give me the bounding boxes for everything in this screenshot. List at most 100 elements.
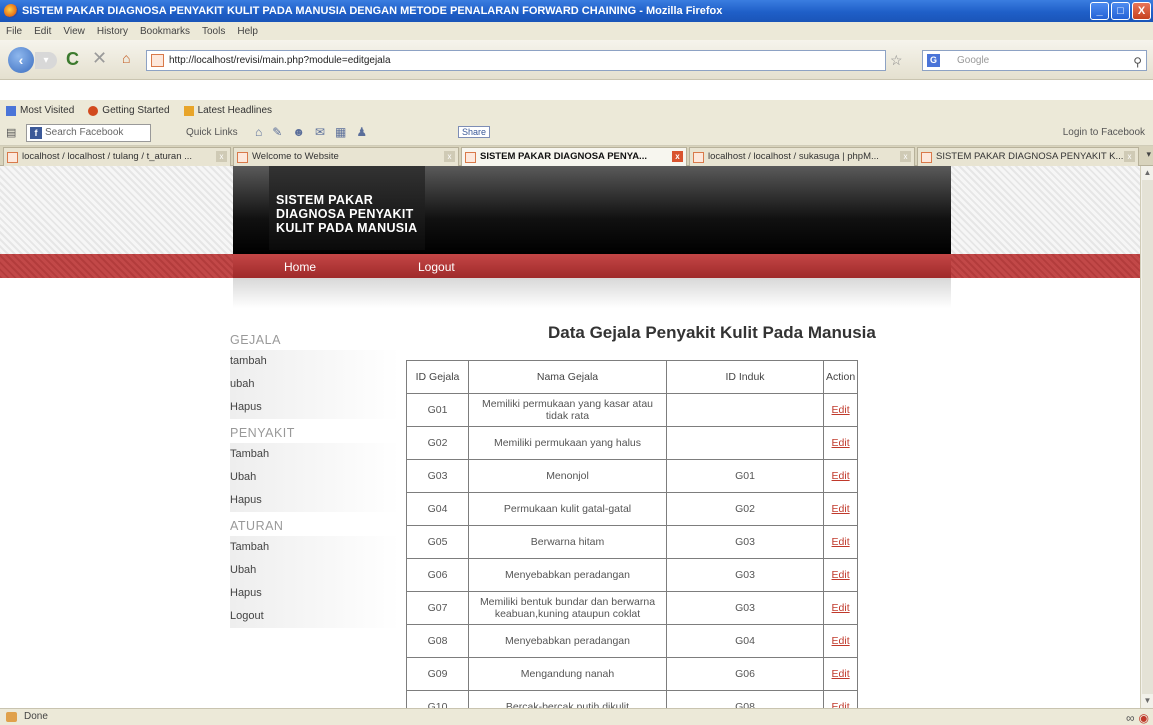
search-input[interactable]: G Google ⚲ bbox=[922, 50, 1147, 71]
menu-file[interactable]: File bbox=[6, 26, 22, 37]
logo-line: SISTEM PAKAR bbox=[276, 193, 374, 207]
getting-started-icon bbox=[88, 105, 99, 116]
fb-poke-icon[interactable]: ✎ bbox=[272, 125, 282, 139]
scroll-up-icon[interactable]: ▲ bbox=[1142, 167, 1153, 179]
fb-mail-icon[interactable]: ✉ bbox=[315, 125, 325, 139]
fb-events-icon[interactable]: ▦ bbox=[335, 125, 346, 139]
edit-link[interactable]: Edit bbox=[832, 569, 850, 581]
facebook-tool-icons: ⌂ ✎ ☻ ✉ ▦ ♟ bbox=[255, 125, 367, 139]
bookmark-most-visited[interactable]: Most Visited bbox=[6, 105, 74, 116]
table-row: G03 Menonjol G01 Edit bbox=[406, 459, 859, 493]
vertical-scrollbar[interactable]: ▲ ▼ bbox=[1140, 166, 1153, 708]
cell-nama-gejala: Menyebabkan peradangan bbox=[468, 558, 667, 592]
stop-icon[interactable]: ✕ bbox=[92, 48, 107, 69]
site-nav bbox=[233, 254, 951, 278]
logo-line: KULIT PADA MANUSIA bbox=[276, 221, 418, 235]
scroll-down-icon[interactable]: ▼ bbox=[1142, 695, 1153, 707]
close-button[interactable]: X bbox=[1132, 2, 1151, 20]
share-button[interactable]: Share bbox=[458, 126, 491, 138]
bookmark-star-icon[interactable]: ☆ bbox=[890, 52, 903, 69]
menu-view[interactable]: View bbox=[63, 26, 85, 37]
tab-close-icon[interactable]: x bbox=[900, 151, 911, 162]
scrollbar-thumb[interactable] bbox=[1142, 180, 1153, 694]
tab-phpmyadmin-tulang[interactable]: localhost / localhost / tulang / t_atura… bbox=[3, 147, 231, 166]
url-bar[interactable]: http://localhost/revisi/main.php?module=… bbox=[146, 50, 886, 71]
tab-sistem-pakar-active[interactable]: SISTEM PAKAR DIAGNOSA PENYA... x bbox=[461, 147, 687, 166]
edit-link[interactable]: Edit bbox=[832, 635, 850, 647]
column-header-nama: Nama Gejala bbox=[468, 360, 667, 394]
edit-link[interactable]: Edit bbox=[832, 536, 850, 548]
facebook-toolbar: ▤ f Search Facebook Quick Links ⌂ ✎ ☻ ✉ … bbox=[0, 121, 1153, 146]
window-title: SISTEM PAKAR DIAGNOSA PENYAKIT KULIT PAD… bbox=[22, 5, 723, 17]
edit-link[interactable]: Edit bbox=[832, 437, 850, 449]
facebook-search-placeholder: Search Facebook bbox=[45, 127, 124, 138]
sidebar-item-hapus-penyakit[interactable]: Hapus bbox=[230, 489, 400, 512]
menu-edit[interactable]: Edit bbox=[34, 26, 51, 37]
tab-bar: localhost / localhost / tulang / t_atura… bbox=[0, 146, 1153, 166]
magnifier-icon[interactable]: ⚲ bbox=[1133, 53, 1142, 72]
menu-help[interactable]: Help bbox=[237, 26, 258, 37]
edit-link[interactable]: Edit bbox=[832, 503, 850, 515]
sidebar-heading-gejala: GEJALA bbox=[230, 333, 281, 347]
cell-nama-gejala: Memiliki permukaan yang kasar atau tidak… bbox=[468, 393, 667, 427]
logo-line: DIAGNOSA PENYAKIT bbox=[276, 207, 414, 221]
tab-close-icon[interactable]: x bbox=[1124, 151, 1135, 162]
reload-icon[interactable]: C bbox=[66, 49, 79, 70]
sidebar-item-ubah-penyakit[interactable]: Ubah bbox=[230, 466, 400, 489]
fb-friends-icon[interactable]: ☻ bbox=[292, 125, 305, 139]
tab-label: Welcome to Website bbox=[252, 151, 339, 162]
facebook-search-input[interactable]: f Search Facebook bbox=[26, 124, 151, 142]
sidebar-item-tambah-penyakit[interactable]: Tambah bbox=[230, 443, 400, 466]
cell-nama-gejala: Menonjol bbox=[468, 459, 667, 493]
back-button[interactable]: ‹ bbox=[8, 47, 34, 73]
menu-tools[interactable]: Tools bbox=[202, 26, 225, 37]
menu-bookmarks[interactable]: Bookmarks bbox=[140, 26, 190, 37]
tab-sistem-pakar-2[interactable]: SISTEM PAKAR DIAGNOSA PENYAKIT K... x bbox=[917, 147, 1139, 166]
toolbar-menu-icon[interactable]: ▤ bbox=[6, 126, 16, 139]
sidebar-item-ubah-aturan[interactable]: Ubah bbox=[230, 559, 400, 582]
cell-id-gejala: G04 bbox=[406, 492, 469, 526]
sidebar-item-tambah-gejala[interactable]: tambah bbox=[230, 350, 400, 373]
addon-red-icon[interactable]: ◉ bbox=[1139, 710, 1149, 725]
tab-close-icon[interactable]: x bbox=[444, 151, 455, 162]
edit-link[interactable]: Edit bbox=[832, 470, 850, 482]
table-row: G06 Menyebabkan peradangan G03 Edit bbox=[406, 558, 859, 592]
tab-label: SISTEM PAKAR DIAGNOSA PENYA... bbox=[480, 151, 647, 162]
nav-home-link[interactable]: Home bbox=[284, 260, 316, 274]
cell-id-gejala: G05 bbox=[406, 525, 469, 559]
sidebar-item-logout[interactable]: Logout bbox=[230, 605, 400, 628]
bookmark-latest-headlines[interactable]: Latest Headlines bbox=[183, 105, 272, 116]
menu-history[interactable]: History bbox=[97, 26, 128, 37]
tab-close-icon[interactable]: x bbox=[672, 151, 683, 162]
sidebar-item-ubah-gejala[interactable]: ubah bbox=[230, 373, 400, 396]
facebook-login-link[interactable]: Login to Facebook bbox=[1063, 127, 1145, 138]
tab-list-icon[interactable]: ▾ bbox=[1146, 149, 1151, 160]
quick-links-menu[interactable]: Quick Links bbox=[186, 127, 238, 138]
nav-logout-link[interactable]: Logout bbox=[418, 260, 455, 274]
tab-welcome[interactable]: Welcome to Website x bbox=[233, 147, 459, 166]
addon-infinity-icon[interactable]: ∞ bbox=[1126, 710, 1135, 725]
sidebar-item-tambah-aturan[interactable]: Tambah bbox=[230, 536, 400, 559]
cell-nama-gejala: Permukaan kulit gatal-gatal bbox=[468, 492, 667, 526]
table-row: G07 Memiliki bentuk bundar dan berwarna k… bbox=[406, 591, 859, 625]
fb-home-icon[interactable]: ⌂ bbox=[255, 125, 262, 139]
edit-link[interactable]: Edit bbox=[832, 701, 850, 708]
forward-button[interactable]: ▾ bbox=[35, 52, 57, 69]
bookmark-getting-started[interactable]: Getting Started bbox=[88, 105, 170, 116]
column-header-induk: ID Induk bbox=[666, 360, 824, 394]
edit-link[interactable]: Edit bbox=[832, 668, 850, 680]
tab-close-icon[interactable]: x bbox=[216, 151, 227, 162]
cell-id-induk: G03 bbox=[666, 591, 824, 625]
cell-id-gejala: G01 bbox=[406, 393, 469, 427]
tab-label: SISTEM PAKAR DIAGNOSA PENYAKIT K... bbox=[936, 151, 1124, 162]
edit-link[interactable]: Edit bbox=[832, 404, 850, 416]
sidebar-item-hapus-aturan[interactable]: Hapus bbox=[230, 582, 400, 605]
maximize-button[interactable]: □ bbox=[1111, 2, 1130, 20]
home-icon[interactable]: ⌂ bbox=[122, 50, 130, 66]
fb-people-icon[interactable]: ♟ bbox=[356, 125, 367, 139]
minimize-button[interactable]: _ bbox=[1090, 2, 1109, 20]
edit-link[interactable]: Edit bbox=[832, 602, 850, 614]
tab-phpmyadmin-sukasuga[interactable]: localhost / localhost / sukasuga | phpM.… bbox=[689, 147, 915, 166]
sidebar-item-hapus-gejala[interactable]: Hapus bbox=[230, 396, 400, 419]
cell-id-induk bbox=[666, 426, 824, 460]
